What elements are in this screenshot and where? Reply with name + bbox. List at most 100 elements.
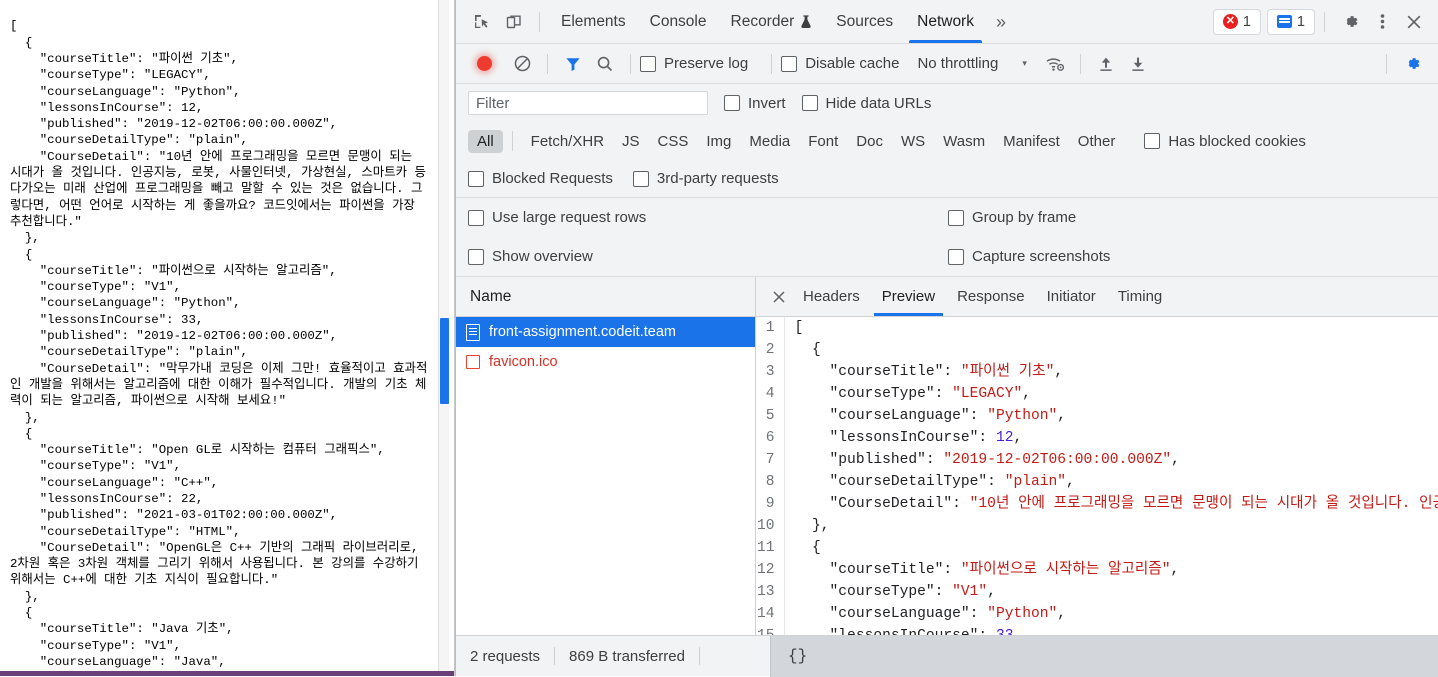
- show-overview-box[interactable]: [468, 248, 484, 265]
- tab-sources-label: Sources: [836, 12, 894, 30]
- throttling-select[interactable]: No throttling ▾: [913, 55, 1030, 72]
- line-content[interactable]: "lessonsInCourse": 33,: [784, 625, 1438, 635]
- preserve-log-checkbox[interactable]: Preserve log: [640, 55, 748, 72]
- json-key-text: ,: [1170, 562, 1180, 578]
- line-content[interactable]: [: [784, 317, 1438, 339]
- group-by-frame-box[interactable]: [948, 209, 964, 226]
- export-har-icon[interactable]: [1122, 49, 1154, 79]
- type-filter-js[interactable]: JS: [613, 130, 649, 153]
- line-content[interactable]: "courseLanguage": "Python",: [784, 405, 1438, 427]
- capture-screenshots-box[interactable]: [948, 248, 964, 265]
- close-icon[interactable]: [1398, 7, 1430, 37]
- clear-button[interactable]: [506, 49, 538, 79]
- error-count-label: 1: [1242, 13, 1251, 30]
- type-filter-all[interactable]: All: [468, 129, 503, 153]
- type-filter-img[interactable]: Img: [697, 130, 740, 153]
- inspect-element-icon[interactable]: [466, 7, 498, 37]
- line-content[interactable]: "courseType": "LEGACY",: [784, 383, 1438, 405]
- invert-box[interactable]: [724, 95, 740, 111]
- json-preview-viewport[interactable]: 1[2 {3 "courseTitle": "파이썬 기초", 4 "course…: [756, 317, 1438, 635]
- search-icon[interactable]: [589, 49, 621, 79]
- json-key-text: ,: [1057, 606, 1067, 622]
- preserve-log-label: Preserve log: [664, 55, 749, 72]
- use-large-request-rows-box[interactable]: [468, 209, 484, 226]
- code-line: 5 "courseLanguage": "Python",: [756, 405, 1438, 427]
- detail-tab-headers[interactable]: Headers: [792, 277, 871, 316]
- invert-checkbox[interactable]: Invert: [724, 95, 786, 112]
- type-filter-manifest[interactable]: Manifest: [994, 130, 1069, 153]
- blocked-requests-box[interactable]: [468, 170, 484, 187]
- line-content[interactable]: "lessonsInCourse": 12,: [784, 427, 1438, 449]
- type-filter-other[interactable]: Other: [1069, 130, 1125, 153]
- tab-console[interactable]: Console: [638, 0, 719, 43]
- detail-tab-timing[interactable]: Timing: [1107, 277, 1173, 316]
- network-main-split: Name front-assignment.codeit.team favico…: [456, 277, 1438, 635]
- disable-cache-checkbox[interactable]: Disable cache: [781, 55, 899, 72]
- type-filter-css[interactable]: CSS: [649, 130, 698, 153]
- json-key-text: ,: [1057, 408, 1067, 424]
- detail-tab-response[interactable]: Response: [946, 277, 1036, 316]
- filter-input[interactable]: [468, 91, 708, 115]
- line-content[interactable]: "courseTitle": "파이썬 기초",: [784, 361, 1438, 383]
- message-count-badge[interactable]: 1: [1266, 8, 1315, 35]
- line-content[interactable]: {: [784, 339, 1438, 361]
- type-filter-ws[interactable]: WS: [892, 130, 934, 153]
- line-content[interactable]: "courseDetailType": "plain",: [784, 471, 1438, 493]
- network-settings-gear[interactable]: [1396, 49, 1428, 79]
- json-key-text: ,: [1054, 364, 1064, 380]
- detail-tab-initiator[interactable]: Initiator: [1036, 277, 1107, 316]
- line-content[interactable]: },: [784, 515, 1438, 537]
- capture-screenshots-checkbox[interactable]: Capture screenshots: [948, 248, 1110, 265]
- hide-data-urls-box[interactable]: [801, 95, 818, 111]
- type-filter-wasm[interactable]: Wasm: [934, 130, 994, 153]
- third-party-requests-checkbox[interactable]: 3rd-party requests: [632, 170, 779, 187]
- tab-recorder[interactable]: Recorder: [719, 0, 825, 43]
- device-toolbar-icon[interactable]: [498, 7, 530, 37]
- line-content[interactable]: {: [784, 537, 1438, 559]
- filter-icon[interactable]: [557, 49, 589, 79]
- line-content[interactable]: "courseLanguage": "Python",: [784, 603, 1438, 625]
- detail-tab-preview[interactable]: Preview: [871, 277, 946, 316]
- import-har-icon[interactable]: [1090, 49, 1122, 79]
- request-list-header-name[interactable]: Name: [456, 277, 755, 317]
- kebab-menu-icon[interactable]: [1366, 7, 1398, 37]
- pretty-print-toggle[interactable]: {}: [770, 635, 1438, 677]
- request-row-favicon[interactable]: favicon.ico: [456, 347, 755, 377]
- request-row-front-assignment[interactable]: front-assignment.codeit.team: [456, 317, 755, 347]
- type-filter-doc[interactable]: Doc: [847, 130, 892, 153]
- page-scrollbar-thumb[interactable]: [440, 318, 449, 404]
- has-blocked-cookies-box[interactable]: [1144, 133, 1161, 149]
- page-vertical-scrollbar[interactable]: [438, 0, 449, 676]
- has-blocked-cookies-checkbox[interactable]: Has blocked cookies: [1144, 133, 1306, 150]
- group-by-frame-checkbox[interactable]: Group by frame: [948, 209, 1076, 226]
- tab-sources[interactable]: Sources: [824, 0, 905, 43]
- line-content[interactable]: "published": "2019-12-02T06:00:00.000Z",: [784, 449, 1438, 471]
- preserve-log-box[interactable]: [640, 55, 656, 72]
- more-tabs-icon[interactable]: »: [986, 13, 1016, 31]
- line-content[interactable]: "courseTitle": "파이썬으로 시작하는 알고리즘",: [784, 559, 1438, 581]
- use-large-request-rows-checkbox[interactable]: Use large request rows: [468, 209, 646, 226]
- tab-network[interactable]: Network: [905, 0, 986, 43]
- message-count-label: 1: [1296, 13, 1305, 30]
- devtools-tabstrip: Elements Console Recorder Sources Networ…: [456, 0, 1438, 44]
- tab-elements[interactable]: Elements: [549, 0, 638, 43]
- error-count-badge[interactable]: ✕ 1: [1212, 8, 1261, 35]
- type-filter-font[interactable]: Font: [799, 130, 847, 153]
- record-button[interactable]: [468, 49, 500, 79]
- browser-page-pane[interactable]: [ { "courseTitle": "파이썬 기초", "courseType…: [0, 0, 455, 676]
- line-content[interactable]: "CourseDetail": "10년 안에 프로그래밍을 모르면 문맹이 되…: [784, 493, 1438, 515]
- type-filter-media[interactable]: Media: [740, 130, 799, 153]
- close-detail-icon[interactable]: [766, 284, 792, 310]
- code-line: 12 "courseTitle": "파이썬으로 시작하는 알고리즘",: [756, 559, 1438, 581]
- gear-icon[interactable]: [1334, 7, 1366, 37]
- third-party-requests-box[interactable]: [632, 170, 649, 187]
- third-party-requests-label: 3rd-party requests: [656, 170, 779, 187]
- blocked-requests-checkbox[interactable]: Blocked Requests: [468, 170, 613, 187]
- disable-cache-box[interactable]: [781, 55, 798, 72]
- show-overview-checkbox[interactable]: Show overview: [468, 248, 593, 265]
- network-conditions-icon[interactable]: [1039, 49, 1071, 79]
- code-line: 10 },: [756, 515, 1438, 537]
- line-content[interactable]: "courseType": "V1",: [784, 581, 1438, 603]
- type-filter-fetch-xhr[interactable]: Fetch/XHR: [522, 130, 613, 153]
- hide-data-urls-checkbox[interactable]: Hide data URLs: [801, 95, 931, 112]
